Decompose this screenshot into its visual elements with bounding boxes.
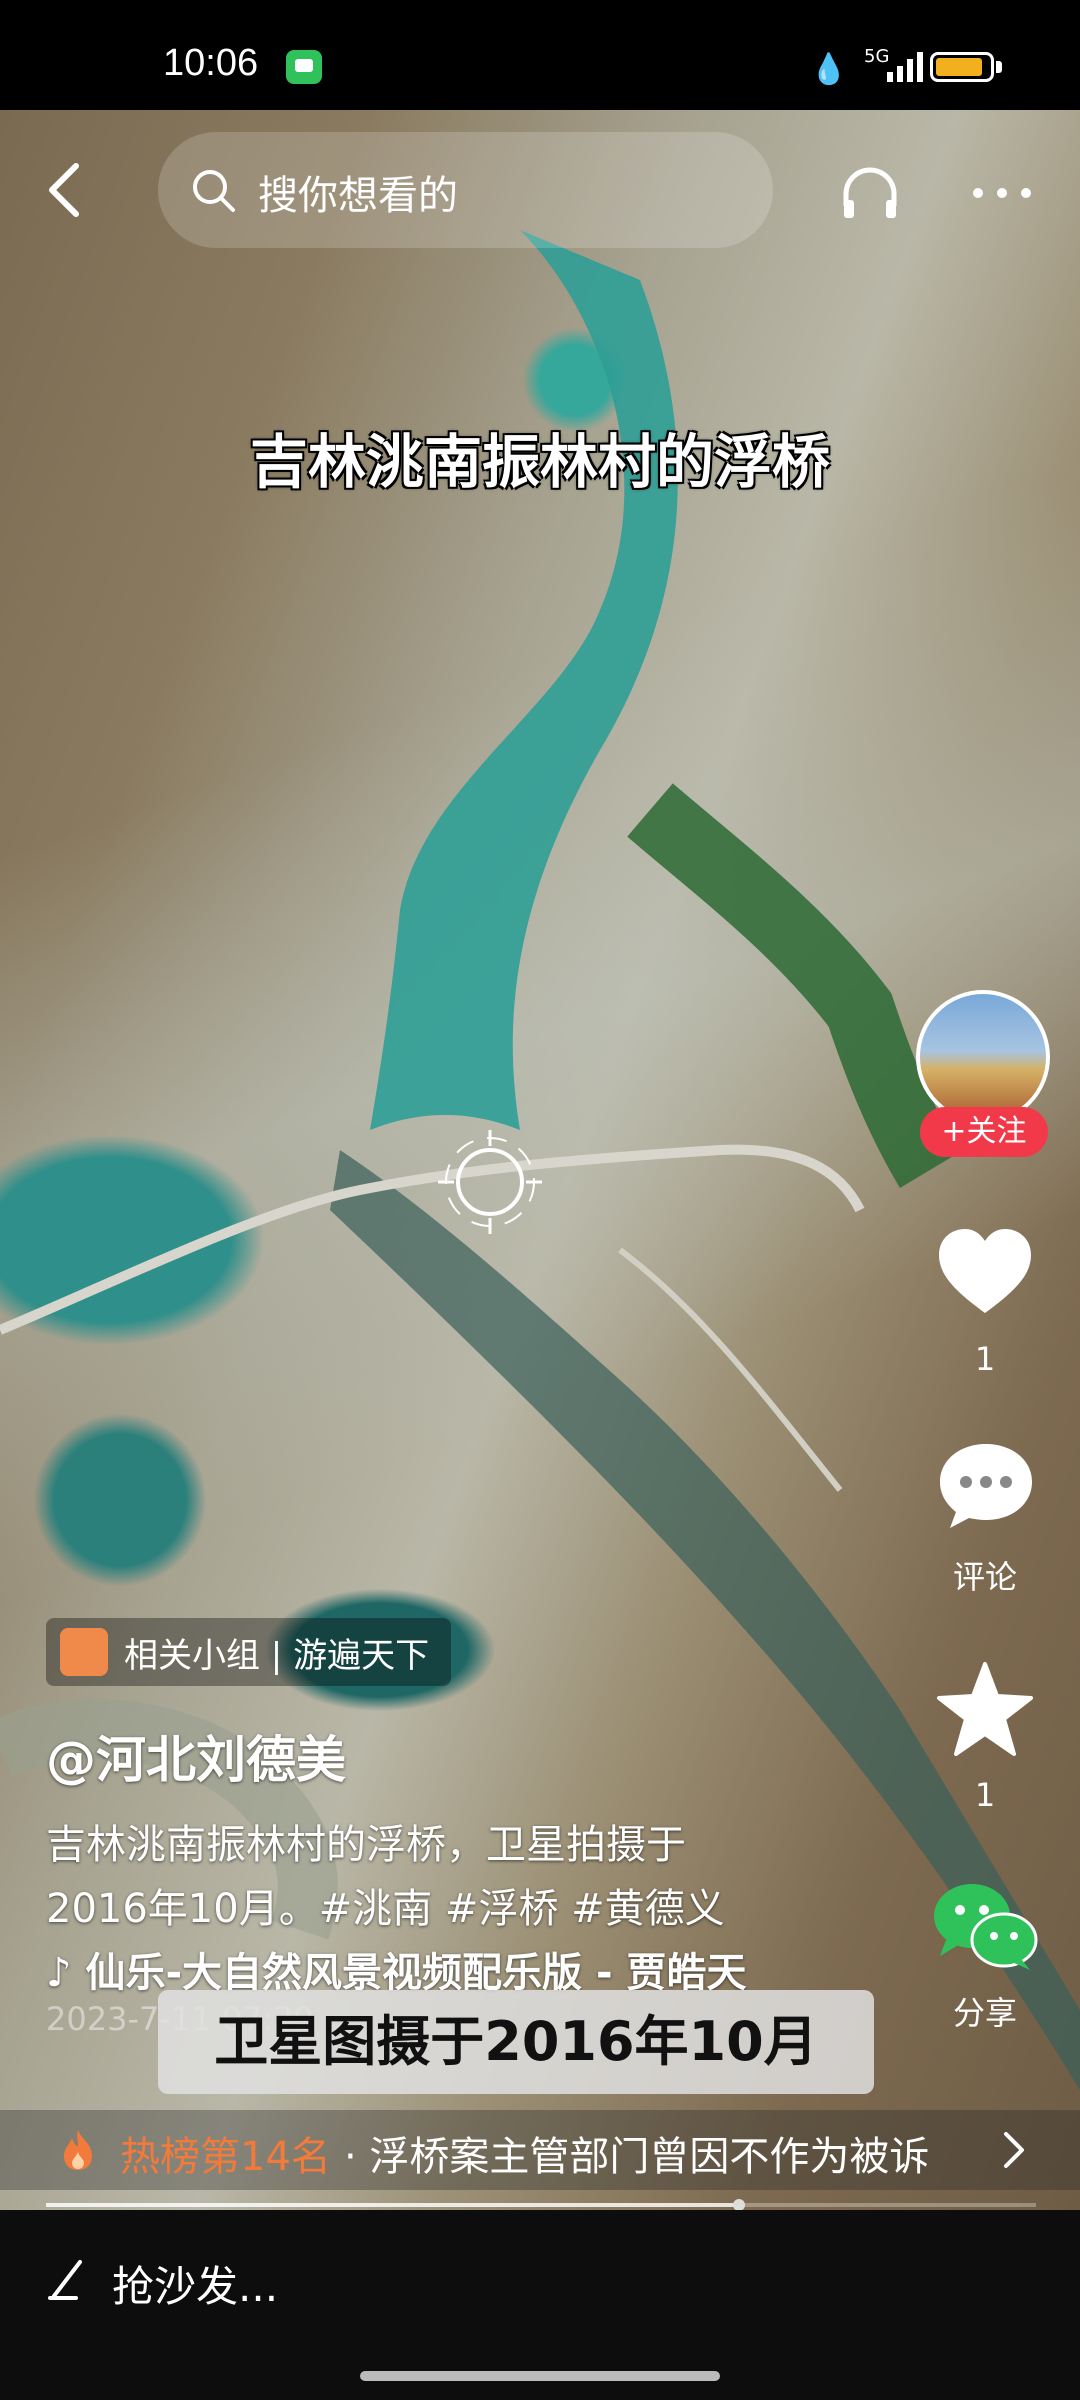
fire-icon	[64, 2130, 92, 2170]
data-saver-icon: 💧	[810, 52, 848, 87]
video-progress-fill	[46, 2203, 739, 2207]
battery-tip	[996, 61, 1002, 73]
share-label: 分享	[952, 1994, 1017, 2032]
headphone-icon[interactable]	[838, 160, 902, 224]
back-arrow-icon[interactable]	[40, 160, 90, 220]
battery-icon	[930, 52, 994, 82]
author-name[interactable]: @河北刘德美	[46, 1720, 346, 1792]
hot-rank-label: 热榜第14名	[120, 2134, 331, 2180]
battery-level	[936, 58, 982, 76]
home-indicator[interactable]	[360, 2371, 720, 2381]
related-group-tag[interactable]: 相关小组 | 游遍天下	[46, 1618, 452, 1686]
video-title-overlay: 吉林洮南振林村的浮桥	[249, 428, 830, 496]
star-favorite-icon[interactable]	[935, 1660, 1035, 1760]
favorite-count: 1	[974, 1776, 996, 1814]
comment-bubble-icon[interactable]	[936, 1440, 1036, 1530]
wechat-share-icon[interactable]	[930, 1880, 1040, 1972]
follow-button[interactable]: +关注	[920, 1107, 1048, 1157]
description-line-2[interactable]: 2016年10月。#洮南 #浮桥 #黄德义	[46, 1876, 725, 1934]
chevron-right-icon[interactable]	[1000, 2130, 1028, 2170]
search-placeholder: 搜你想看的	[258, 173, 458, 219]
like-count: 1	[974, 1340, 996, 1378]
heart-icon[interactable]	[935, 1225, 1035, 1317]
search-input[interactable]	[158, 132, 773, 248]
group-tag-label: 相关小组 | 游遍天下	[124, 1635, 430, 1676]
author-avatar[interactable]	[916, 990, 1050, 1124]
search-icon	[193, 170, 235, 212]
more-options-icon[interactable]	[970, 186, 1034, 200]
signal-icon	[887, 52, 923, 82]
comment-input[interactable]: 抢沙发...	[112, 2253, 278, 2314]
hot-headline: · 浮桥案主管部门曾因不作为被诉	[344, 2134, 930, 2180]
video-caption-overlay: 卫星图摄于2016年10月	[158, 1990, 874, 2094]
status-time: 10:06	[163, 42, 259, 84]
target-crosshair-icon	[438, 1130, 542, 1234]
description-line-1: 吉林洮南振林村的浮桥，卫星拍摄于	[46, 1822, 686, 1868]
group-icon	[60, 1628, 108, 1676]
pencil-icon	[48, 2260, 82, 2300]
comment-label: 评论	[952, 1558, 1017, 1596]
message-notification-icon	[286, 50, 322, 84]
